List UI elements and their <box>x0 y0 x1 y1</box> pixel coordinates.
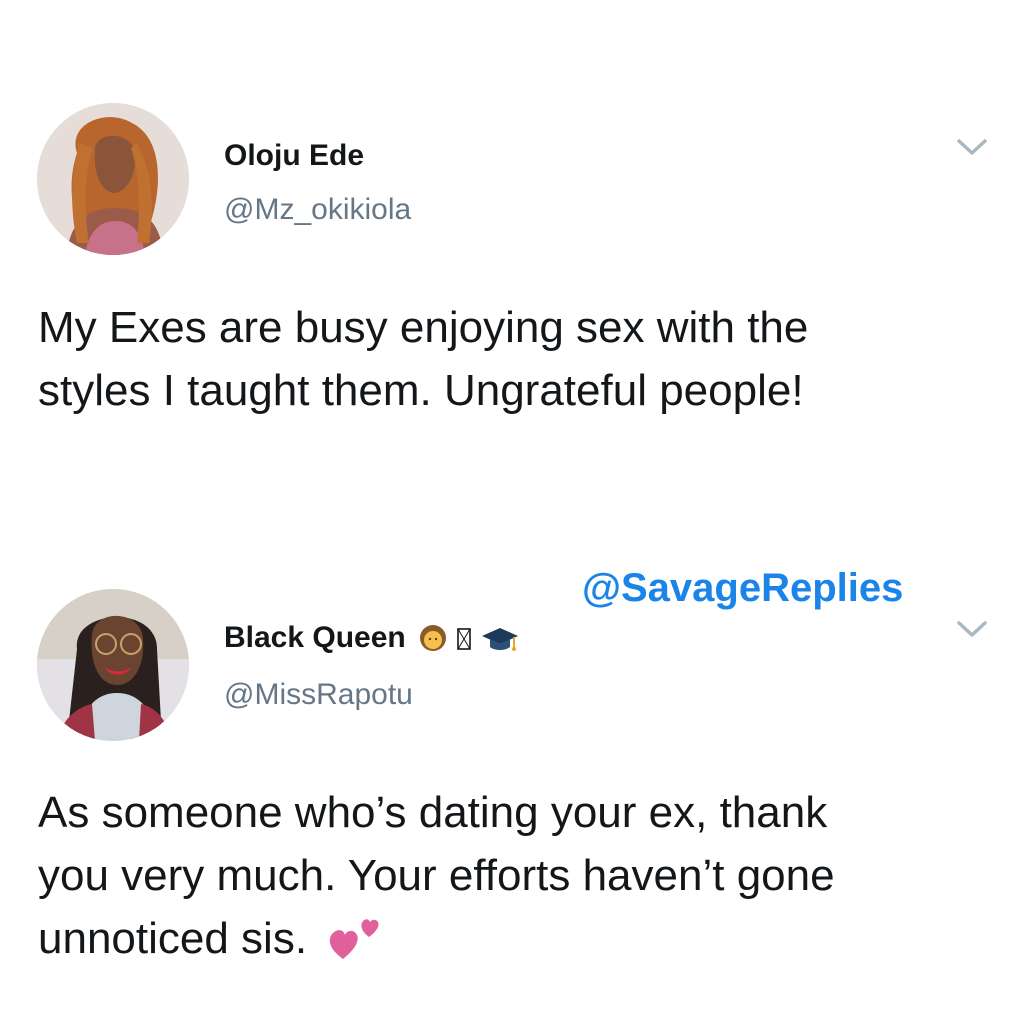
display-name[interactable]: Black Queen <box>224 621 519 655</box>
tweet-text: As someone who’s dating your ex, thank y… <box>38 781 998 970</box>
box-glyph-icon <box>457 628 472 650</box>
two-hearts-icon <box>330 919 379 960</box>
avatar[interactable] <box>37 589 189 741</box>
tweet-2: Black Queen @MissRapotu As someone who’s… <box>0 0 1024 1024</box>
profile-photo <box>37 589 189 741</box>
tweet-text-line: unnoticed sis. <box>38 907 998 970</box>
tweet-text-line: As someone who’s dating your ex, thank <box>38 788 828 837</box>
display-name-text: Black Queen <box>224 621 406 654</box>
tweet-text-line: you very much. Your efforts haven’t gone <box>38 851 835 900</box>
woman-emoji-icon <box>420 625 447 652</box>
tweet-text-line-text: unnoticed sis. <box>38 914 308 963</box>
chevron-down-icon[interactable] <box>955 618 989 640</box>
graduation-cap-icon <box>481 628 518 652</box>
handle[interactable]: @MissRapotu <box>224 678 413 712</box>
